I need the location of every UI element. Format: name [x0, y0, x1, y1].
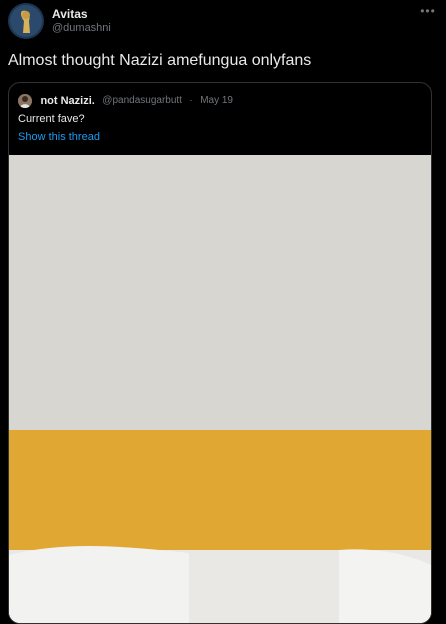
quoted-author-display-name[interactable]: not Nazizi. [40, 95, 94, 107]
quoted-tweet-photo[interactable] [9, 155, 431, 623]
tweet-card[interactable]: Avitas @dumashni ••• Almost thought Nazi… [0, 0, 446, 624]
more-horizontal-icon[interactable]: ••• [418, 5, 438, 21]
quoted-author-handle[interactable]: @pandasugarbutt [102, 95, 182, 106]
quoted-tweet[interactable]: not Nazizi. @pandasugarbutt · May 19 Cur… [8, 82, 432, 624]
user-avatar-icon[interactable] [8, 3, 44, 39]
author-display-name[interactable]: Avitas [52, 7, 111, 21]
quoted-tweet-date[interactable]: May 19 [200, 95, 233, 106]
show-thread-link[interactable]: Show this thread [18, 130, 100, 144]
author-handle[interactable]: @dumashni [52, 21, 111, 35]
quoted-tweet-text: Current fave? [18, 113, 85, 125]
quoted-user-avatar-icon[interactable] [18, 93, 32, 108]
quoted-tweet-header: not Nazizi. @pandasugarbutt · May 19 [18, 92, 233, 108]
tweet-text: Almost thought Nazizi amefungua onlyfans [8, 52, 312, 69]
photo-icon [9, 155, 431, 623]
quoted-date-separator: · [189, 95, 193, 107]
tweet-header: Avitas @dumashni ••• [8, 3, 438, 41]
author-names: Avitas @dumashni [52, 7, 111, 35]
